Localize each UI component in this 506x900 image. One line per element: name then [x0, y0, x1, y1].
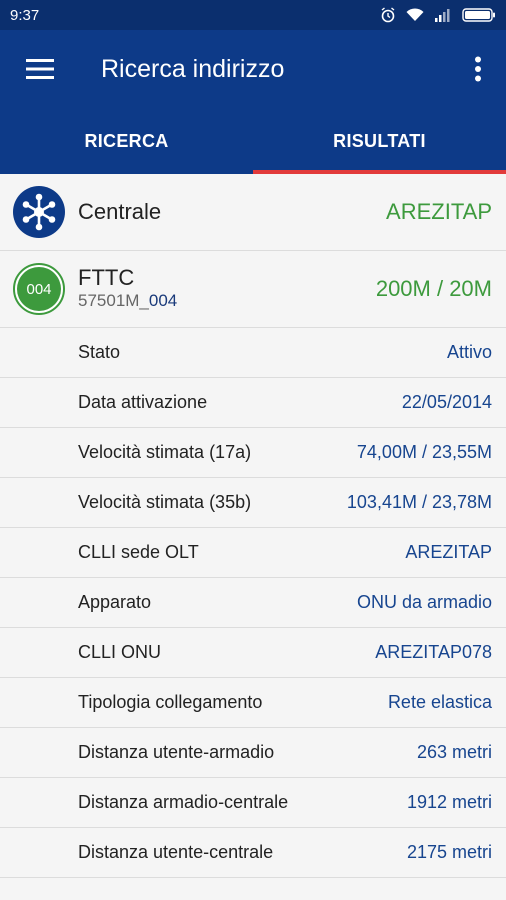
detail-value: Rete elastica	[387, 692, 492, 712]
detail-row-clli-sede-olt: CLLI sede OLT AREZITAP	[0, 528, 506, 578]
fttc-row[interactable]: 004 FTTC 57501M_004 200M / 20M	[0, 251, 506, 328]
detail-row-stato: Stato Attivo	[0, 328, 506, 378]
centrale-row[interactable]: Centrale AREZITAP	[0, 174, 506, 251]
detail-row-distanza-armadio-centrale: Distanza armadio-centrale 1912 metri	[0, 778, 506, 828]
network-hub-icon	[13, 186, 65, 238]
page-title: Ricerca indirizzo	[101, 54, 285, 83]
hamburger-menu-icon	[26, 59, 54, 79]
tab-ricerca-label: RICERCA	[84, 130, 169, 151]
fttc-sub-prefix: 57501M_	[78, 291, 149, 310]
centrale-value: AREZITAP	[386, 199, 492, 224]
tab-risultati[interactable]: RISULTATI	[253, 108, 506, 174]
status-time: 9:37	[10, 6, 40, 24]
signal-icon	[435, 9, 450, 22]
detail-key: Tipologia collegamento	[78, 692, 263, 712]
detail-row-tipologia: Tipologia collegamento Rete elastica	[0, 678, 506, 728]
detail-value: 103,41M / 23,78M	[346, 492, 492, 512]
fttc-speed-value: 200M / 20M	[375, 276, 492, 301]
detail-key: Distanza utente-armadio	[78, 742, 275, 762]
tab-ricerca[interactable]: RICERCA	[0, 108, 253, 174]
detail-value: ONU da armadio	[356, 592, 492, 612]
detail-row-clli-onu: CLLI ONU AREZITAP078	[0, 628, 506, 678]
detail-value: 1912 metri	[406, 792, 492, 812]
fttc-badge-wrap: 004	[0, 263, 78, 315]
battery-icon	[462, 8, 495, 22]
detail-value: 22/05/2014	[401, 392, 492, 412]
overflow-menu-button[interactable]	[450, 30, 506, 108]
detail-key: CLLI ONU	[78, 642, 162, 662]
alarm-icon	[381, 7, 395, 23]
more-vert-icon	[475, 56, 481, 82]
detail-value: 74,00M / 23,55M	[356, 442, 492, 462]
detail-key: Distanza armadio-centrale	[78, 792, 289, 812]
centrale-icon-wrap	[0, 185, 78, 239]
tab-risultati-label: RISULTATI	[333, 130, 426, 151]
detail-key: Velocità stimata (35b)	[78, 492, 252, 512]
status-icons	[380, 7, 496, 23]
fttc-text: FTTC 57501M_004	[78, 266, 376, 312]
detail-key: Velocità stimata (17a)	[78, 442, 252, 462]
results-list: Centrale AREZITAP 004 FTTC 57501M_004 20…	[0, 174, 506, 900]
detail-row-apparato: Apparato ONU da armadio	[0, 578, 506, 628]
fttc-badge: 004	[13, 263, 65, 315]
detail-row-velocita-17a: Velocità stimata (17a) 74,00M / 23,55M	[0, 428, 506, 478]
detail-row-distanza-utente-centrale: Distanza utente-centrale 2175 metri	[0, 828, 506, 878]
detail-key: Stato	[78, 342, 121, 362]
detail-value: 263 metri	[416, 742, 492, 762]
detail-value: AREZITAP	[405, 542, 492, 562]
tab-bar: RICERCA RISULTATI	[0, 108, 506, 174]
detail-key: CLLI sede OLT	[78, 542, 199, 562]
fttc-badge-label: 004	[17, 267, 61, 311]
detail-row-distanza-utente-armadio: Distanza utente-armadio 263 metri	[0, 728, 506, 778]
menu-button[interactable]	[0, 30, 80, 108]
status-bar: 9:37	[0, 0, 506, 30]
centrale-label: Centrale	[78, 199, 162, 224]
detail-key: Distanza utente-centrale	[78, 842, 274, 862]
wifi-icon	[406, 8, 424, 21]
fttc-title: FTTC	[78, 265, 135, 290]
detail-value: 2175 metri	[406, 842, 492, 862]
detail-key: Data attivazione	[78, 392, 208, 412]
detail-row-velocita-35b: Velocità stimata (35b) 103,41M / 23,78M	[0, 478, 506, 528]
detail-row-data-attivazione: Data attivazione 22/05/2014	[0, 378, 506, 428]
fttc-sub-highlight: 004	[148, 291, 178, 310]
fttc-subtitle: 57501M_004	[78, 290, 376, 312]
detail-value: Attivo	[446, 342, 492, 362]
detail-value: AREZITAP078	[375, 642, 492, 662]
app-bar: Ricerca indirizzo	[0, 30, 506, 108]
detail-key: Apparato	[78, 592, 152, 612]
